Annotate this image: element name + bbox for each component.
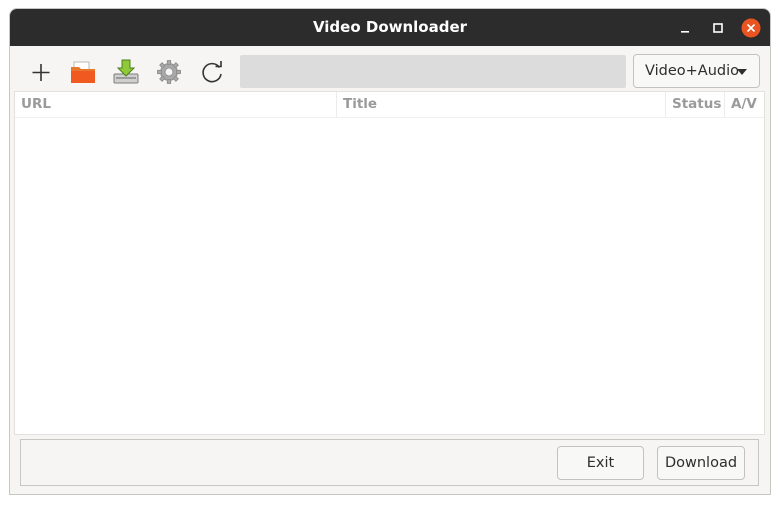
download-icon[interactable] — [111, 57, 141, 87]
app-window: Video Downloader Video+Audio URL Title S… — [9, 8, 771, 495]
column-header-title[interactable]: Title — [337, 92, 666, 117]
close-icon[interactable] — [741, 18, 761, 38]
column-header-status[interactable]: Status — [666, 92, 725, 117]
column-header-url[interactable]: URL — [15, 92, 337, 117]
header-divider — [15, 117, 764, 118]
column-header-av[interactable]: A/V — [725, 92, 766, 117]
title-bar[interactable]: Video Downloader — [10, 9, 770, 46]
download-button[interactable]: Download — [657, 446, 745, 480]
mode-dropdown-label: Video+Audio — [645, 63, 739, 79]
open-folder-icon[interactable] — [68, 57, 98, 87]
window-title: Video Downloader — [312, 18, 468, 36]
settings-icon[interactable] — [154, 57, 184, 87]
action-bar: Exit Download — [20, 439, 759, 486]
url-input[interactable] — [240, 55, 626, 88]
chevron-down-icon — [737, 69, 747, 75]
mode-dropdown[interactable]: Video+Audio — [633, 54, 760, 88]
add-icon[interactable] — [26, 57, 56, 87]
minimize-icon[interactable] — [675, 18, 695, 38]
refresh-icon[interactable] — [197, 57, 227, 87]
maximize-icon[interactable] — [708, 18, 728, 38]
exit-button[interactable]: Exit — [557, 446, 644, 480]
download-list[interactable]: URL Title Status A/V — [14, 91, 765, 435]
